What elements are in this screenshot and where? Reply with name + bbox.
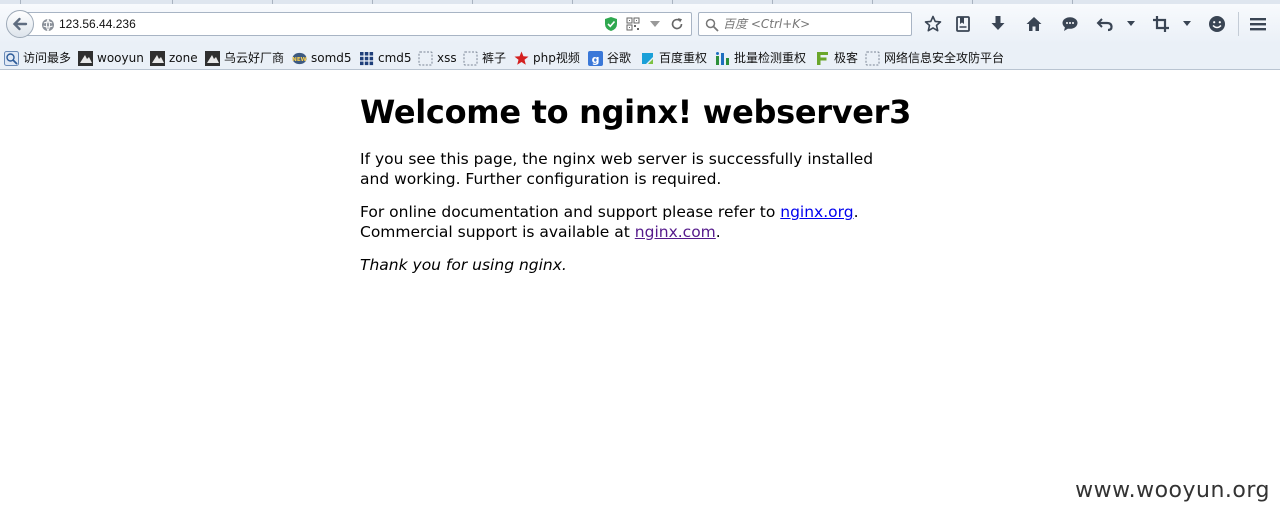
navigation-toolbar: 123.56.44.236 bbox=[0, 4, 1280, 44]
svg-text:NEW: NEW bbox=[292, 56, 307, 62]
page-content: Welcome to nginx! webserver3 If you see … bbox=[360, 92, 912, 290]
docs-period: . bbox=[853, 203, 859, 221]
blank-page-icon bbox=[418, 51, 433, 66]
docs-text: For online documentation and support ple… bbox=[360, 203, 781, 221]
address-bar[interactable]: 123.56.44.236 bbox=[24, 12, 692, 36]
google-icon: g bbox=[588, 50, 603, 66]
commercial-period: . bbox=[715, 222, 721, 241]
wooyun-vendor-icon bbox=[205, 50, 220, 66]
bookmark-cmd5[interactable]: cmd5 bbox=[359, 50, 412, 66]
thanks-paragraph: Thank you for using nginx. bbox=[360, 256, 880, 276]
url-text[interactable]: 123.56.44.236 bbox=[59, 17, 136, 31]
undo-dropdown-icon[interactable] bbox=[1126, 14, 1136, 34]
menu-icon[interactable] bbox=[1248, 14, 1268, 34]
page-title: Welcome to nginx! webserver3 bbox=[360, 93, 912, 131]
globe-icon bbox=[41, 17, 55, 33]
smiley-icon[interactable] bbox=[1207, 14, 1227, 34]
bookmark-star-icon[interactable] bbox=[923, 14, 943, 34]
search-input[interactable] bbox=[723, 15, 907, 33]
docs-paragraph: For online documentation and support ple… bbox=[360, 203, 880, 242]
undo-icon[interactable] bbox=[1095, 14, 1115, 34]
baidu-weight-icon bbox=[640, 51, 655, 66]
bookmark-zone[interactable]: zone bbox=[150, 50, 198, 66]
bookmark-google[interactable]: g 谷歌 bbox=[588, 50, 631, 66]
zone-icon bbox=[150, 50, 165, 66]
bookmark-baidu-weight[interactable]: 百度重权 bbox=[640, 50, 707, 66]
search-icon[interactable] bbox=[705, 17, 719, 36]
intro-paragraph: If you see this page, the nginx web serv… bbox=[360, 150, 874, 188]
somd5-icon: NEW bbox=[292, 51, 307, 66]
url-dropdown-icon[interactable] bbox=[647, 16, 663, 32]
blank-page-icon bbox=[865, 51, 880, 66]
bookmark-wooyun-vendor[interactable]: 乌云好厂商 bbox=[205, 50, 284, 66]
toolbar-separator bbox=[1238, 12, 1239, 36]
batch-check-icon bbox=[715, 51, 730, 66]
bookmark-batch-check[interactable]: 批量检测重权 bbox=[715, 50, 806, 66]
blank-page-icon bbox=[463, 51, 478, 66]
bookmark-somd5[interactable]: NEW somd5 bbox=[292, 50, 351, 66]
thanks-text: Thank you for using nginx. bbox=[360, 256, 567, 274]
qr-code-icon[interactable] bbox=[625, 16, 641, 32]
bookmark-geek[interactable]: 极客 bbox=[815, 50, 858, 66]
svg-text:g: g bbox=[592, 53, 600, 66]
chat-icon[interactable] bbox=[1060, 14, 1080, 34]
cmd5-icon bbox=[359, 51, 374, 66]
commercial-text: Commercial support is available at bbox=[360, 222, 635, 241]
home-icon[interactable] bbox=[1024, 14, 1044, 34]
bookmark-security-platform[interactable]: 网络信息安全攻防平台 bbox=[865, 50, 1004, 66]
most-visited-icon bbox=[4, 50, 19, 66]
back-arrow-icon bbox=[12, 17, 28, 31]
bookmark-wooyun[interactable]: wooyun bbox=[78, 50, 144, 66]
crop-dropdown-icon[interactable] bbox=[1182, 14, 1192, 34]
nginx-org-link[interactable]: nginx.org bbox=[780, 203, 853, 221]
bookmark-kuzi[interactable]: 裤子 bbox=[463, 50, 506, 66]
reload-icon[interactable] bbox=[669, 16, 685, 32]
crop-icon[interactable] bbox=[1151, 14, 1171, 34]
download-icon[interactable] bbox=[988, 14, 1008, 34]
bookmarks-menu-icon[interactable] bbox=[953, 14, 973, 34]
bookmarks-toolbar: 访问最多 wooyun zone 乌云好厂商 NEW somd5 cmd5 xs… bbox=[0, 44, 1280, 70]
back-button[interactable] bbox=[6, 10, 34, 38]
geek-icon bbox=[815, 51, 830, 66]
red-star-icon bbox=[514, 51, 529, 66]
security-shield-icon[interactable] bbox=[603, 16, 619, 32]
bookmark-xss[interactable]: xss bbox=[418, 50, 457, 66]
bookmark-most-visited[interactable]: 访问最多 bbox=[4, 50, 71, 66]
nginx-com-link[interactable]: nginx.com bbox=[635, 223, 716, 241]
wooyun-icon bbox=[78, 50, 93, 66]
bookmark-php-video[interactable]: php视频 bbox=[514, 50, 580, 66]
search-bar[interactable] bbox=[698, 12, 912, 36]
watermark: www.wooyun.org bbox=[1075, 478, 1270, 503]
